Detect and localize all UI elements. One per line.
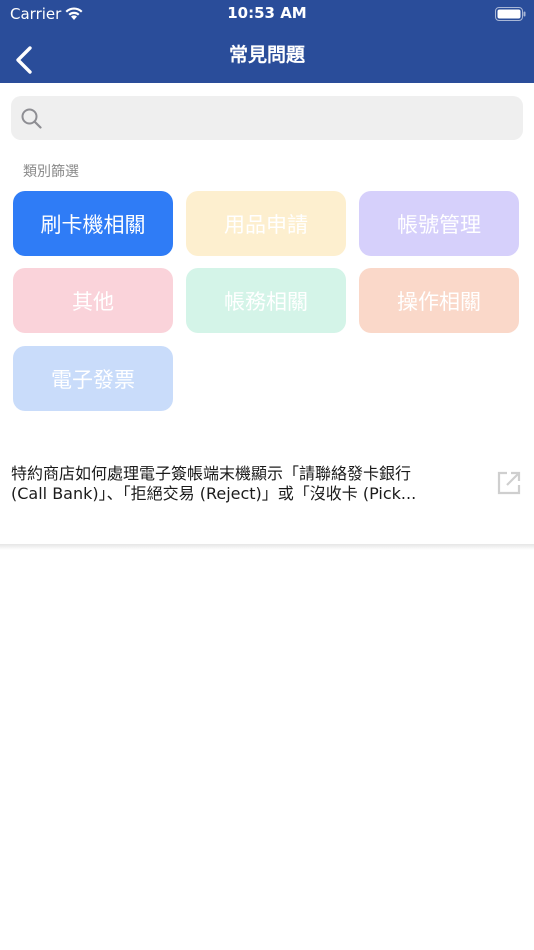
chip-label: 帳號管理 xyxy=(397,212,481,237)
search-bar[interactable] xyxy=(11,96,523,140)
chip-billing[interactable]: 帳務相關 xyxy=(186,268,346,333)
chip-label: 其他 xyxy=(72,289,114,314)
chip-label: 用品申請 xyxy=(224,212,308,237)
filter-label: 類別篩選 xyxy=(23,164,79,180)
faq-question: 特約商店如何處理電子簽帳端末機顯示「請聯絡發卡銀行 (Call Bank)」、「… xyxy=(11,464,481,504)
chip-operation[interactable]: 操作相關 xyxy=(359,268,519,333)
chip-other[interactable]: 其他 xyxy=(13,268,173,333)
faq-question-line: 特約商店如何處理電子簽帳端末機顯示「請聯絡發卡銀行 xyxy=(11,464,412,483)
search-input[interactable] xyxy=(55,102,515,134)
faq-list-item[interactable]: 特約商店如何處理電子簽帳端末機顯示「請聯絡發卡銀行 (Call Bank)」、「… xyxy=(0,446,534,544)
battery-icon xyxy=(495,7,526,21)
chip-label: 電子發票 xyxy=(51,367,135,392)
chip-supplies-request[interactable]: 用品申請 xyxy=(186,191,346,256)
nav-bar: Carrier 10:53 AM 常見問題 xyxy=(0,0,534,83)
clock: 10:53 AM xyxy=(227,4,307,22)
chip-account-management[interactable]: 帳號管理 xyxy=(359,191,519,256)
chip-label: 刷卡機相關 xyxy=(40,212,146,237)
chip-e-invoice[interactable]: 電子發票 xyxy=(13,346,173,411)
chip-label: 操作相關 xyxy=(397,289,481,314)
chip-card-reader[interactable]: 刷卡機相關 xyxy=(13,191,173,256)
faq-question-line: (Call Bank)」、「拒絕交易 (Reject)」或「沒收卡 (Pick.… xyxy=(11,484,417,503)
divider xyxy=(0,544,534,550)
search-icon xyxy=(21,108,42,129)
status-bar: Carrier 10:53 AM xyxy=(0,0,534,28)
external-link-icon[interactable] xyxy=(496,470,522,496)
chip-label: 帳務相關 xyxy=(224,289,308,314)
page-title: 常見問題 xyxy=(228,44,305,66)
